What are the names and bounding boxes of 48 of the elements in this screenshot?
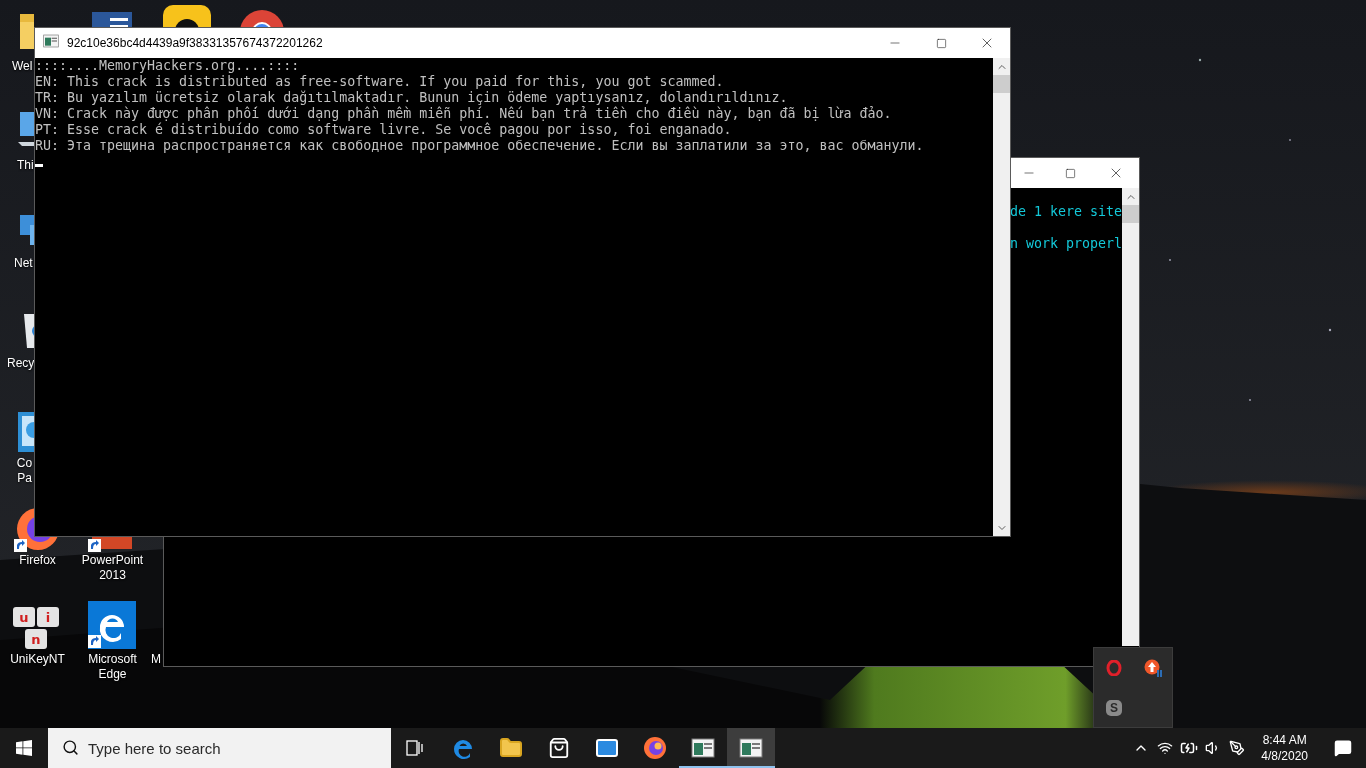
- icon-label: UniKeyNT: [9, 652, 66, 667]
- console-line: TR: Bu yazılım ücretsiz olarak dağıtılmaktadır. Bunun için ödeme yaptıysanız, dolandırıldınız.: [35, 90, 788, 106]
- firefox-icon: [643, 736, 667, 760]
- pen-icon[interactable]: [1229, 740, 1246, 756]
- console-line: VN: Crack này được phân phối dưới dạng phần mềm miễn phí. Nếu bạn trả tiền cho điều này, bạn đã bị lừa đảo.: [35, 106, 892, 122]
- window-title: 92c10e36bc4d4439a9f38331357674372201262: [67, 36, 323, 50]
- opera-icon[interactable]: [1106, 660, 1122, 676]
- console-line: EN: This crack is distributed as free-software. If you paid for this, you got scammed.: [35, 74, 724, 90]
- clock[interactable]: 8:44 AM 4/8/2020: [1249, 732, 1320, 764]
- store-icon: [548, 737, 570, 759]
- icon-label: Co Pa: [15, 456, 34, 486]
- icon-label: Microsoft Edge: [87, 652, 138, 682]
- icon-label: Recy: [7, 356, 34, 371]
- icon-label: Firefox: [18, 553, 57, 568]
- scrollbar[interactable]: [1122, 188, 1139, 646]
- search-field[interactable]: Type here to search: [48, 728, 391, 768]
- skype-icon[interactable]: S: [1106, 700, 1122, 716]
- maximize-icon: [1064, 167, 1076, 179]
- upload-icon[interactable]: [1144, 659, 1164, 677]
- icon-label: Thi: [17, 158, 34, 173]
- taskbar-app-button[interactable]: [727, 728, 775, 768]
- scroll-thumb[interactable]: [1122, 205, 1139, 223]
- scrollbar[interactable]: [993, 58, 1010, 536]
- console-line: PT: Esse crack é distribuído como software livre. Se você pagou por isso, foi enganado.: [35, 122, 732, 138]
- key-label: n: [31, 632, 41, 647]
- console-line: n work properl: [1009, 236, 1122, 252]
- wifi-icon[interactable]: [1157, 740, 1174, 756]
- edge-icon[interactable]: [88, 601, 136, 649]
- console-line: RU: Эта трещина распространяется как свободное программное обеспечение. Если вы заплатили за это, вас обманули.: [35, 138, 924, 154]
- task-view-icon: [405, 738, 425, 758]
- key-label: i: [45, 610, 51, 625]
- console-line: ::::....MemoryHackers.org....::::: [35, 58, 300, 74]
- icon-label: Net: [14, 256, 34, 271]
- icon-label: PowerPoint 2013: [80, 553, 145, 583]
- app-icon[interactable]: [163, 5, 211, 27]
- key-label: u: [19, 610, 29, 625]
- scroll-thumb[interactable]: [993, 75, 1010, 93]
- notification-icon: [1334, 739, 1352, 757]
- icon-label: Wel: [12, 59, 34, 74]
- console-icon: [43, 33, 59, 49]
- icon-label: M: [151, 652, 162, 667]
- console-icon: [739, 736, 763, 760]
- windows-logo-icon: [16, 740, 32, 756]
- console-line: de 1 kere site: [1009, 204, 1122, 220]
- folder-icon: [499, 736, 523, 760]
- search-icon: [62, 739, 79, 756]
- console-icon: [691, 736, 715, 760]
- maximize-icon: [935, 37, 947, 49]
